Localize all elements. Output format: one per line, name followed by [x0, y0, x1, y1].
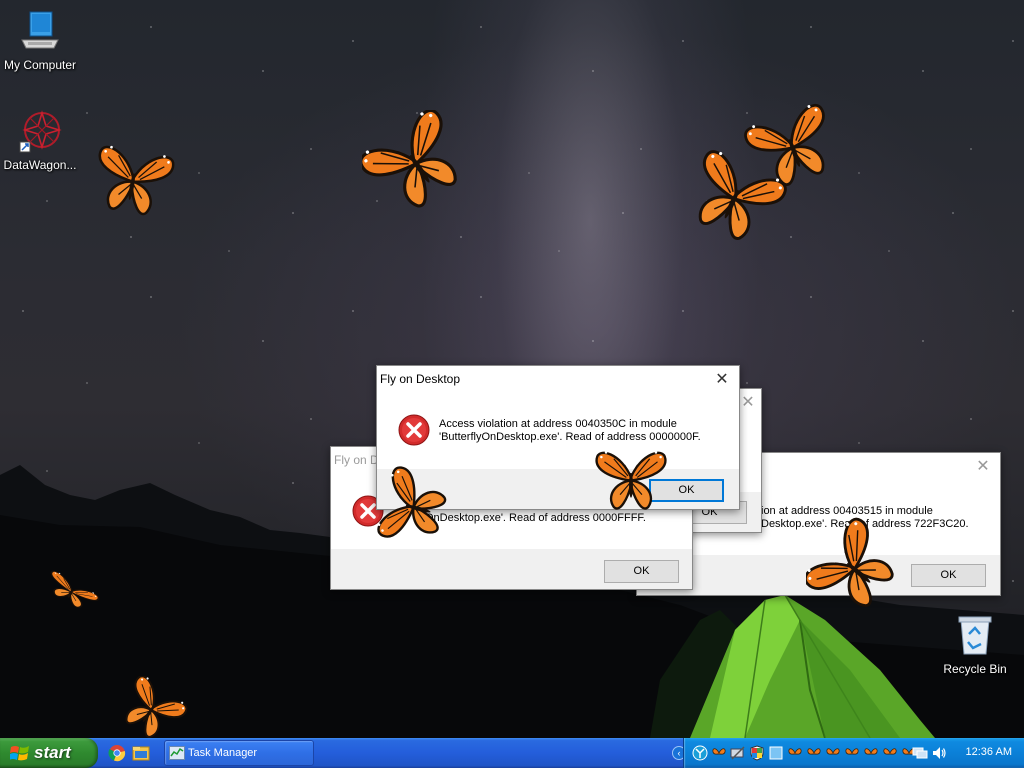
taskbar-button-task-manager[interactable]: Task Manager: [164, 740, 314, 766]
desktop-icon-label: DataWagon...: [3, 158, 77, 172]
butterfly-tray-icon[interactable]: [882, 745, 898, 761]
close-button[interactable]: ✕: [705, 366, 739, 395]
desktop-icon-my-computer[interactable]: My Computer: [0, 10, 80, 72]
butterfly-tray-icon[interactable]: [825, 745, 841, 761]
dialog-titlebar[interactable]: Fly on Desktop ✕: [377, 366, 739, 395]
chrome-icon[interactable]: [108, 744, 126, 762]
butterfly-tray-icon[interactable]: [806, 745, 822, 761]
ok-button[interactable]: OK: [604, 560, 679, 583]
volume-icon[interactable]: [931, 745, 947, 761]
butterfly-sprite: [806, 513, 900, 624]
network-connection-icon[interactable]: [912, 745, 928, 761]
error-icon: [398, 414, 430, 446]
butterfly-sprite: [362, 110, 468, 214]
desktop-icon-recycle-bin[interactable]: Recycle Bin: [935, 612, 1015, 676]
clock[interactable]: 12:36 AM: [966, 746, 1012, 758]
butterfly-sprite: [41, 568, 101, 616]
start-label: start: [34, 743, 71, 762]
computer-icon: [21, 11, 59, 49]
butterfly-tray-icon[interactable]: [863, 745, 879, 761]
network-disconnected-icon[interactable]: [730, 745, 746, 761]
butterfly-tray-icon[interactable]: [711, 745, 727, 761]
desktop[interactable]: My Computer DataWagon... Recycle Bin ✕ i…: [0, 0, 1024, 738]
close-button[interactable]: ✕: [966, 453, 1000, 482]
butterfly-sprite: [89, 142, 176, 219]
task-manager-icon: [169, 746, 185, 760]
taskbar: start Task Manager ‹ 12:36 AM: [0, 738, 1024, 768]
datawagon-icon: [19, 110, 62, 153]
butterfly-sprite: [112, 676, 191, 738]
butterfly-sprite: [682, 148, 788, 246]
app-tray-icon[interactable]: [768, 745, 784, 761]
start-button[interactable]: start: [0, 738, 98, 768]
butterfly-sprite: [595, 450, 667, 510]
security-shield-icon[interactable]: [749, 745, 765, 761]
butterfly-tray-icon[interactable]: [844, 745, 860, 761]
recycle-bin-icon: [958, 616, 992, 655]
task-button-label: Task Manager: [188, 747, 258, 759]
desktop-icon-label: My Computer: [3, 58, 77, 72]
butterfly-sprite: [374, 464, 452, 551]
tent-illustration: [650, 594, 935, 738]
desktop-icon-label: Recycle Bin: [943, 662, 1007, 676]
network-tray-icon[interactable]: [692, 745, 708, 761]
desktop-icon-datawagon[interactable]: DataWagon...: [0, 110, 80, 172]
file-explorer-icon[interactable]: [132, 744, 150, 762]
system-tray: 12:36 AM: [683, 738, 1024, 768]
ok-button[interactable]: OK: [911, 564, 986, 587]
butterfly-tray-icon[interactable]: [787, 745, 803, 761]
windows-logo-icon: [10, 746, 29, 761]
dialog-title: Fly on Desktop: [380, 372, 461, 386]
